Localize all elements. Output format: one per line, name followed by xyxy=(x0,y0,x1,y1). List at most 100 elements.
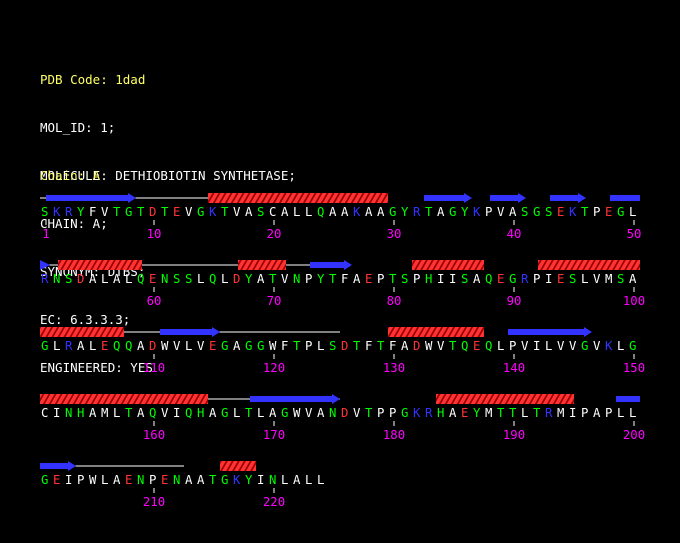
residue-letter: T xyxy=(365,406,373,420)
residue-letter: A xyxy=(269,406,277,420)
strand-arrow xyxy=(160,329,212,335)
strand-arrow-head xyxy=(578,193,586,203)
residue-letter: W xyxy=(269,339,277,353)
residue-letter: H xyxy=(77,406,84,420)
strand-arrow xyxy=(424,195,464,201)
residue-letter: E xyxy=(125,473,132,487)
residue-letter: A xyxy=(137,339,145,353)
residue-letter: T xyxy=(581,205,589,219)
residue-letter: L xyxy=(629,406,636,420)
residue-number: 80 xyxy=(387,294,402,308)
helix-segment xyxy=(412,260,484,270)
residue-letter: S xyxy=(329,339,336,353)
residue-letter: M xyxy=(557,406,564,420)
residue-letter: D xyxy=(149,339,156,353)
residue-letter: T xyxy=(245,406,253,420)
residue-letter: G xyxy=(581,339,588,353)
residue-letter: T xyxy=(425,205,433,219)
residue-number: 140 xyxy=(503,361,525,375)
residue-letter: V xyxy=(569,339,577,353)
residue-letter: D xyxy=(413,339,420,353)
residue-letter: P xyxy=(377,406,384,420)
strand-arrow xyxy=(40,463,68,469)
residue-letter: I xyxy=(437,272,444,286)
residue-number: 220 xyxy=(263,495,285,509)
strand-arrow-head xyxy=(128,193,136,203)
residue-letter: Y xyxy=(401,205,409,219)
residue-letter: W xyxy=(161,339,169,353)
residue-letter: Q xyxy=(317,205,324,219)
residue-letter: L xyxy=(53,339,60,353)
residue-letter: V xyxy=(353,406,361,420)
helix-segment xyxy=(238,260,286,270)
residue-letter: G xyxy=(257,339,264,353)
residue-letter: A xyxy=(113,272,121,286)
residue-letter: P xyxy=(305,339,312,353)
strand-arrow xyxy=(550,195,578,201)
residue-letter: N xyxy=(161,272,168,286)
residue-letter: Q xyxy=(485,272,492,286)
residue-letter: V xyxy=(101,205,109,219)
residue-letter: Q xyxy=(125,339,132,353)
residue-letter: L xyxy=(629,205,636,219)
residue-letter: R xyxy=(65,339,73,353)
residue-letter: L xyxy=(89,339,96,353)
residue-letter: C xyxy=(269,205,276,219)
residue-letter: A xyxy=(197,473,205,487)
residue-letter: P xyxy=(377,272,384,286)
residue-letter: L xyxy=(101,473,108,487)
residue-number: 70 xyxy=(267,294,282,308)
residue-letter: Q xyxy=(209,272,216,286)
sequence-viewer: PDB Code: 1dad MOL_ID: 1; MOLECULE: DETH… xyxy=(0,0,680,543)
residue-letter: L xyxy=(317,473,324,487)
residue-letter: L xyxy=(545,339,552,353)
residue-letter: T xyxy=(269,272,277,286)
residue-letter: K xyxy=(353,205,361,219)
strand-arrow xyxy=(490,195,518,201)
residue-letter: E xyxy=(461,406,468,420)
strand-arrow-head xyxy=(332,394,340,404)
residue-letter: G xyxy=(509,272,516,286)
residue-letter: G xyxy=(401,406,408,420)
residue-letter: I xyxy=(53,406,60,420)
residue-letter: R xyxy=(65,205,73,219)
residue-letter: E xyxy=(605,205,612,219)
residue-letter: K xyxy=(209,205,217,219)
residue-letter: A xyxy=(365,205,373,219)
residue-letter: L xyxy=(305,205,312,219)
residue-letter: Q xyxy=(485,339,492,353)
strand-arrow xyxy=(632,396,640,402)
residue-letter: L xyxy=(521,406,528,420)
residue-letter: M xyxy=(605,272,612,286)
residue-letter: T xyxy=(353,339,361,353)
residue-letter: N xyxy=(53,272,60,286)
helix-segment xyxy=(538,260,640,270)
residue-number: 40 xyxy=(507,227,522,241)
residue-letter: V xyxy=(437,339,445,353)
residue-letter: Y xyxy=(461,205,469,219)
residue-letter: Y xyxy=(473,406,481,420)
residue-letter: F xyxy=(365,339,372,353)
residue-letter: S xyxy=(65,272,72,286)
residue-letter: R xyxy=(413,205,421,219)
strand-arrow xyxy=(46,195,128,201)
strand-arrow xyxy=(610,195,632,201)
residue-letter: D xyxy=(233,272,240,286)
residue-letter: T xyxy=(209,473,217,487)
residue-letter: P xyxy=(389,406,396,420)
strand-arrow-head xyxy=(68,461,76,471)
residue-letter: P xyxy=(581,406,588,420)
residue-letter: V xyxy=(161,406,169,420)
residue-letter: S xyxy=(521,205,528,219)
residue-letter: V xyxy=(305,406,313,420)
residue-letter: A xyxy=(89,406,97,420)
residue-letter: G xyxy=(221,406,228,420)
residue-letter: S xyxy=(545,205,552,219)
residue-letter: N xyxy=(173,473,180,487)
residue-letter: T xyxy=(221,205,229,219)
residue-letter: G xyxy=(197,205,204,219)
residue-number: 180 xyxy=(383,428,405,442)
residue-letter: S xyxy=(569,272,576,286)
residue-letter: G xyxy=(617,205,624,219)
residue-letter: N xyxy=(329,406,336,420)
